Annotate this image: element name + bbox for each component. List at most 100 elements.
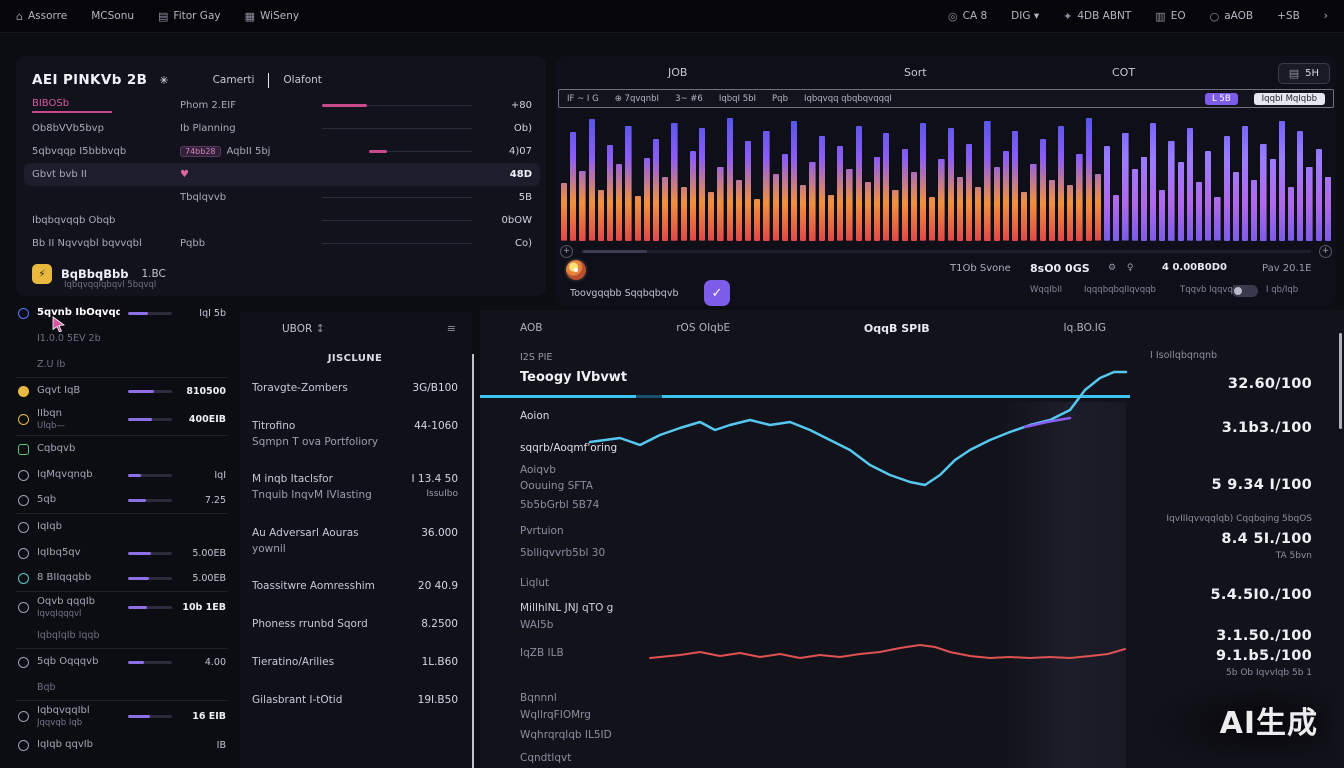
chart-row-label[interactable]: IqZB ILB bbox=[520, 645, 720, 661]
waveform-tool[interactable]: 3~ #6 bbox=[675, 94, 703, 104]
chart-row-label[interactable]: Pvrtuion bbox=[520, 523, 720, 539]
topbar-action-item[interactable]: › bbox=[1324, 10, 1328, 22]
sort-updown-icon[interactable]: ↕ bbox=[316, 322, 325, 335]
topbar-nav-item[interactable]: ▦WiSeny bbox=[245, 10, 299, 23]
sidebar-item[interactable]: 8 BIIqqqbb 5.00EB bbox=[16, 566, 228, 592]
waveform-tool[interactable]: IF ~ I G bbox=[567, 94, 599, 104]
table-row[interactable]: M inqb ItaclsforTnquib InqvM IVlasting I… bbox=[252, 461, 458, 515]
sidebar-item[interactable]: I1.0.0 5EV 2b bbox=[16, 326, 228, 352]
sidebar-item[interactable]: Z.U Ib bbox=[16, 352, 228, 378]
topbar-action-item[interactable]: ◎CA 8 bbox=[948, 10, 987, 23]
waveform-tool[interactable]: Pqb bbox=[772, 94, 788, 104]
waveform-tool[interactable]: Iqbqvqq qbqbqvqqqI bbox=[804, 94, 892, 104]
wave-header-sort[interactable]: Sort bbox=[904, 66, 927, 79]
chart-row-label[interactable]: 5blliqvvrb5bl 30 bbox=[520, 545, 720, 561]
chart-row-label[interactable]: 5b5bGrbl 5B74 bbox=[520, 497, 720, 513]
action-item-label: › bbox=[1324, 10, 1328, 22]
filter-icon[interactable]: ≡ bbox=[447, 322, 456, 335]
sidebar-item[interactable]: Bqb bbox=[16, 675, 228, 701]
sidebar-item[interactable]: 5qvnb IbOqvqqb IqI 5b bbox=[16, 300, 228, 326]
score-item: IqvIIIqvvqqlqb) Cqqbqing 5bqOS bbox=[1150, 512, 1312, 526]
sidebar-item[interactable]: 5qb 7.25 bbox=[16, 488, 228, 514]
scrollbar-thumb[interactable] bbox=[583, 250, 647, 253]
waveform-bar bbox=[1242, 126, 1248, 241]
chart-row-label[interactable]: Bqnnnl bbox=[520, 690, 720, 706]
tab-olafont[interactable]: Olafont bbox=[283, 74, 322, 86]
table-row-value: 8.2500 bbox=[421, 618, 458, 630]
waveform-scrollbar[interactable] bbox=[581, 250, 1311, 253]
chart-row-label[interactable]: Liqlut bbox=[520, 575, 720, 591]
topbar-nav-item[interactable]: MCSonu bbox=[91, 10, 134, 22]
zoom-out-icon[interactable]: + bbox=[560, 245, 573, 258]
chart-row-label[interactable]: Aoiqvb bbox=[520, 462, 720, 478]
zoom-in-icon[interactable]: + bbox=[1319, 245, 1332, 258]
table-row[interactable]: Au Adversarl Aourasyownil 36.000 bbox=[252, 515, 458, 569]
topbar-nav-item[interactable]: ▤Fitor Gay bbox=[158, 10, 221, 23]
waveform-bar bbox=[938, 159, 944, 241]
sidebar-item[interactable]: IqMqvqnqb IqI bbox=[16, 462, 228, 488]
waveform-bar bbox=[1095, 174, 1101, 241]
sidebar-item[interactable]: Cqbqvb bbox=[16, 436, 228, 462]
chart-row-label[interactable]: Aoion bbox=[520, 408, 720, 424]
collapse-button[interactable]: ▤5H bbox=[1278, 63, 1330, 84]
profile-footer-name: BqBbqBbb bbox=[61, 267, 128, 281]
topbar-action-item[interactable]: DIG ▾ bbox=[1011, 10, 1039, 22]
sidebar-item[interactable]: IqIqb bbox=[16, 514, 228, 540]
table-row[interactable]: TitrofinoSqmpn T ova Portfoliory 44-1060 bbox=[252, 408, 458, 462]
table-row-label2: yownil bbox=[252, 542, 359, 558]
topbar-action-item[interactable]: ▥EO bbox=[1155, 10, 1185, 23]
profile-row[interactable]: Ob8bVVb5bvp Ib Planning Ob) bbox=[32, 117, 532, 140]
table-row-label2: Tnquib InqvM IVlasting bbox=[252, 488, 372, 504]
chart-row-label[interactable]: Oouuing SFTA bbox=[520, 478, 720, 494]
waveform-bar bbox=[570, 132, 576, 241]
profile-row[interactable]: Tbqlqvvb 5B bbox=[32, 186, 532, 209]
stats-right-label: Pav 20.1E bbox=[1262, 263, 1311, 274]
sidebar-item[interactable]: IIbqnUlqb— 400EIB bbox=[16, 404, 228, 436]
stats-toggle[interactable] bbox=[1232, 285, 1258, 297]
profile-row[interactable]: Bb II Nqvvqbl bqvvqbl Pqbb Co) bbox=[32, 232, 532, 255]
chart-row-label[interactable]: MilIhlNL JNJ qTO g bbox=[520, 600, 720, 616]
sidebar-item-bar bbox=[128, 606, 172, 609]
vertical-scrollbar[interactable] bbox=[1339, 333, 1342, 429]
topbar-action-item[interactable]: ✦4DB ABNT bbox=[1063, 10, 1131, 23]
table-row[interactable]: Toassitwre Aomresshim 20 40.9 bbox=[252, 568, 458, 606]
table-row[interactable]: Toravgte-Zombers 3G/B100 bbox=[252, 370, 458, 408]
sidebar-item-label: IIbqn bbox=[37, 408, 62, 419]
table-row[interactable]: Gilasbrant I-tOtid 19I.B50 bbox=[252, 682, 458, 720]
profile-row[interactable]: BIBOSb Phom 2.EIF +80 bbox=[32, 94, 532, 117]
chart-row-label[interactable]: WqllrqFIOMrg bbox=[520, 707, 720, 723]
waveform-tool[interactable]: IqqbI MqIqbb bbox=[1254, 93, 1325, 105]
tab-camera[interactable]: Camerti bbox=[213, 74, 255, 86]
chart-row-label[interactable]: sqqrb/Aoqmf'oring bbox=[520, 440, 720, 456]
profile-row[interactable]: Gbvt bvb II ♥ 48D bbox=[24, 163, 540, 186]
chart-row-label[interactable]: Wqhrqrqlqb IL5ID bbox=[520, 727, 720, 743]
gear-person-icons[interactable]: ⚙ ♀ bbox=[1108, 263, 1138, 273]
waveform-tool[interactable]: L 5B bbox=[1205, 93, 1238, 105]
sidebar-item[interactable]: IqbqvqqIblJqqvqb Iqb 16 EIB bbox=[16, 701, 228, 732]
table-row[interactable]: Phoness rrunbd Sqord 8.2500 bbox=[252, 606, 458, 644]
waveform-tool[interactable]: ⊕ 7qvqnbI bbox=[615, 94, 659, 104]
chart-row-label[interactable]: Cqndtlqvt bbox=[520, 750, 720, 766]
table-row[interactable]: Tieratino/Arilies 1L.B60 bbox=[252, 644, 458, 682]
waveform-bar bbox=[948, 128, 954, 241]
nav-item-icon: ▦ bbox=[245, 10, 255, 23]
sidebar-item[interactable]: 5qb Oqqqvb 4.00 bbox=[16, 649, 228, 675]
profile-row-progress bbox=[322, 128, 472, 129]
profile-row[interactable]: 5qbvqqp I5bbbvqb 74bb28 AqbII 5bj 4)07 bbox=[32, 140, 532, 163]
waveform-tool[interactable]: IqbqI 5bI bbox=[719, 94, 756, 104]
topbar-action-item[interactable]: +SB bbox=[1277, 10, 1300, 22]
table-column-ubor[interactable]: UBOR bbox=[282, 323, 312, 335]
wave-header-cot[interactable]: COT bbox=[1112, 66, 1135, 79]
sidebar-item[interactable]: IqIbq5qv 5.00EB bbox=[16, 540, 228, 566]
profile-row[interactable]: Ibqbqvqqb Obqb 0bOW bbox=[32, 209, 532, 232]
sidebar-item[interactable]: IqIqb qqvIb IB bbox=[16, 732, 228, 758]
sidebar-item[interactable]: Oqvb qqqIbIqvqIqqqvl 10b 1EB bbox=[16, 592, 228, 623]
sidebar-item[interactable]: Gqvt IqB 810500 bbox=[16, 378, 228, 404]
approve-button[interactable]: ✓ bbox=[704, 280, 730, 306]
topbar-action-item[interactable]: ○aAOB bbox=[1210, 10, 1254, 23]
sidebar-item[interactable]: IqbqIqIb Iqqb bbox=[16, 623, 228, 649]
topbar-nav-item[interactable]: ⌂Assorre bbox=[16, 10, 67, 23]
waveform-toolbar: IF ~ I G ⊕ 7qvqnbI 3~ #6 IqbqI 5bI Pqb I… bbox=[558, 89, 1334, 108]
chart-row-label[interactable]: WAI5b bbox=[520, 617, 720, 633]
wave-header-job[interactable]: JOB bbox=[668, 66, 687, 79]
